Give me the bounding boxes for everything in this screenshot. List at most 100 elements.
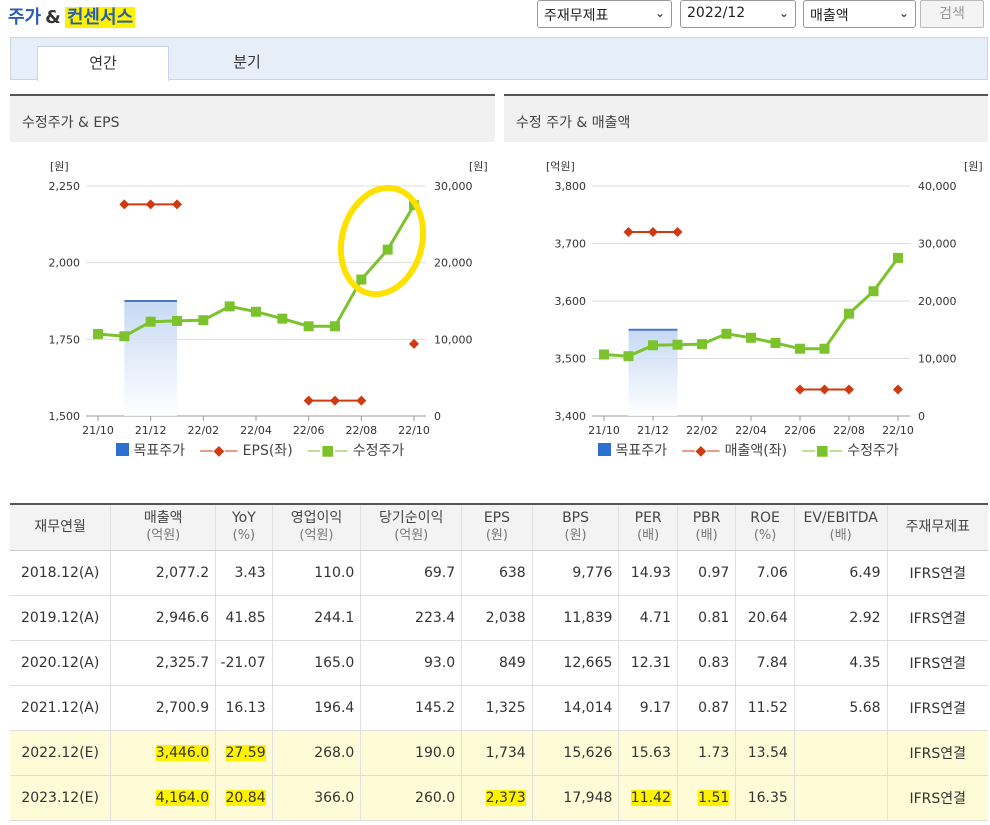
- x-tick-label: 22/10: [882, 424, 914, 437]
- y-left-tick: 1,500: [49, 410, 81, 423]
- table-cell: 17,948: [532, 775, 620, 821]
- left-series-point: [672, 227, 683, 237]
- x-tick-label: 22/02: [686, 424, 718, 437]
- price-point: [770, 337, 781, 348]
- table-cell: 1,734: [461, 730, 533, 776]
- price-point: [819, 343, 830, 354]
- eps-legend-icon: —◆—: [199, 443, 239, 459]
- table-cell: IFRS연결: [887, 640, 988, 686]
- table-cell: IFRS연결: [887, 685, 988, 731]
- table-row: 2021.12(A) 2,700.9 16.13 196.4 145.2 1,325 14,…: [10, 685, 988, 731]
- column-header: YoY (%): [215, 503, 273, 551]
- y-right-tick: 30,000: [434, 180, 473, 193]
- table-cell: IFRS연결: [887, 595, 988, 641]
- column-header: EPS (원): [461, 503, 533, 551]
- table-cell: 9.17: [618, 685, 678, 731]
- right-unit: [원]: [469, 160, 488, 173]
- left-series-point: [119, 199, 130, 210]
- price-point: [648, 340, 658, 351]
- page-title: 주가 & 컨센서스: [8, 7, 136, 28]
- table-cell: 260.0: [360, 775, 463, 821]
- table-cell: 165.0: [272, 640, 362, 686]
- search-button[interactable]: 검색: [920, 0, 984, 28]
- table-cell: [794, 730, 888, 776]
- price-point: [119, 331, 130, 342]
- y-right-tick: 20,000: [434, 257, 473, 270]
- table-cell: 16.13: [215, 685, 273, 731]
- table-cell: 16.35: [735, 775, 795, 821]
- chart-legend: 목표주가 —◆— EPS(좌) —■— 수정주가: [116, 440, 414, 460]
- y-left-tick: 2,000: [49, 257, 81, 270]
- column-header: EV/EBITDA (배): [794, 503, 888, 551]
- y-right-tick: 30,000: [918, 238, 957, 251]
- x-tick-label: 22/04: [735, 424, 767, 437]
- left-series-point: [303, 395, 314, 406]
- price-point: [356, 274, 367, 285]
- column-header: 매출액 (억원): [110, 503, 217, 551]
- left-series-point: [844, 384, 854, 395]
- table-cell: 366.0: [272, 775, 362, 821]
- price-point: [746, 332, 756, 343]
- target-price-legend-icon: [598, 443, 611, 456]
- left-series-point: [648, 227, 658, 237]
- table-cell: 2021.12(A): [10, 685, 112, 731]
- y-right-tick: 40,000: [918, 180, 957, 193]
- y-left-tick: 3,700: [555, 238, 587, 251]
- table-cell: IFRS연결: [887, 730, 988, 776]
- table-row: 2019.12(A) 2,946.6 41.85 244.1 223.4 2,038 11,…: [10, 595, 988, 641]
- table-cell: 2,038: [461, 595, 533, 641]
- statement-select[interactable]: 주재무제표 ⌄: [537, 0, 672, 28]
- table-cell: 6.49: [794, 550, 888, 596]
- price-point: [599, 349, 609, 360]
- table-cell: 0.87: [677, 685, 737, 731]
- table-row: 2023.12(E) 4,164.0 20.84 366.0 260.0 2,373 17,…: [10, 775, 988, 821]
- table-cell: 9,776: [532, 550, 620, 596]
- table-cell: 5.68: [794, 685, 888, 731]
- table-cell: 11.42: [618, 775, 678, 821]
- table-cell: 110.0: [272, 550, 362, 596]
- y-left-tick: 3,500: [555, 353, 587, 366]
- highlight-annotation: [337, 184, 427, 298]
- price-point: [198, 315, 209, 326]
- column-header: 영업이익 (억원): [272, 503, 362, 551]
- table-cell: 268.0: [272, 730, 362, 776]
- table-cell: 2,946.6: [110, 595, 217, 641]
- price-point: [93, 328, 103, 339]
- table-cell: 27.59: [215, 730, 273, 776]
- price-point: [382, 244, 393, 255]
- title-highlight: 컨센서스: [64, 7, 136, 28]
- table-row: 2020.12(A) 2,325.7 -21.07 165.0 93.0 849 12,66…: [10, 640, 988, 686]
- right-unit: [원]: [964, 160, 983, 173]
- consensus-table: 재무연월 매출액 (억원) YoY (%) 영업이익 (억원) 당기순이익 (억원) EPS (원)…: [10, 503, 988, 821]
- y-left-tick: 3,600: [555, 295, 587, 308]
- price-point: [697, 339, 707, 350]
- left-unit: [원]: [50, 160, 69, 173]
- table-cell: 7.84: [735, 640, 795, 686]
- table-cell: 20.64: [735, 595, 795, 641]
- table-cell: 0.81: [677, 595, 737, 641]
- table-cell: 41.85: [215, 595, 273, 641]
- column-header: 주재무제표: [887, 503, 988, 551]
- table-cell: 7.06: [735, 550, 795, 596]
- table-cell: 2023.12(E): [10, 775, 112, 821]
- table-cell: -21.07: [215, 640, 273, 686]
- table-cell: 1,325: [461, 685, 533, 731]
- top-bar: 주가 & 컨센서스 주재무제표 ⌄ 2022/12 ⌄ 매출액 ⌄ 검색: [0, 0, 990, 30]
- price-legend-icon: —■—: [801, 443, 843, 459]
- table-cell: 638: [461, 550, 533, 596]
- chevron-down-icon: ⌄: [898, 6, 909, 20]
- table-cell: [794, 775, 888, 821]
- metric-select[interactable]: 매출액 ⌄: [803, 0, 916, 28]
- y-right-tick: 10,000: [918, 353, 957, 366]
- tab-annual[interactable]: 연간: [37, 46, 169, 81]
- table-cell: 2,373: [461, 775, 533, 821]
- period-select[interactable]: 2022/12 ⌄: [680, 0, 796, 28]
- tab-quarterly[interactable]: 분기: [181, 46, 313, 81]
- chart-panel-price-eps: 수정주가 & EPS [원] [원] 1,500 1,750 2,000 2,250 0…: [10, 94, 495, 494]
- x-tick-label: 21/12: [637, 424, 669, 437]
- column-header: PER (배): [618, 503, 678, 551]
- x-tick-label: 22/02: [187, 424, 219, 437]
- y-right-tick: 10,000: [434, 333, 473, 346]
- y-left-tick: 3,400: [555, 410, 587, 423]
- table-cell: 2018.12(A): [10, 550, 112, 596]
